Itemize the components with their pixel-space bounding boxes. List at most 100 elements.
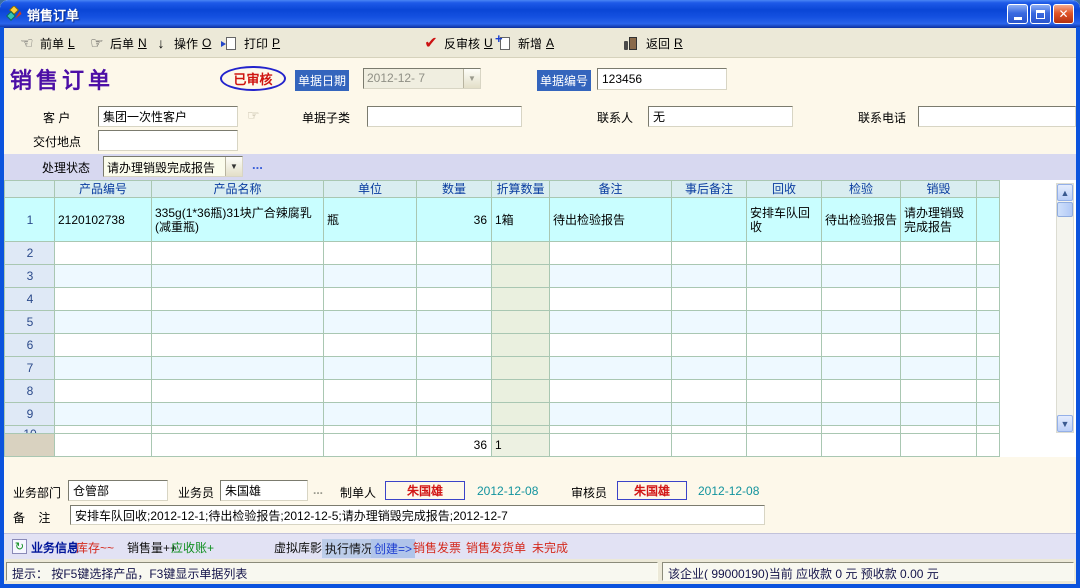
empty-cell[interactable] [901,288,977,311]
refresh-icon[interactable]: ↻ [12,539,27,554]
doc-number-input[interactable] [597,68,727,90]
add-new-button[interactable]: 新增A [496,32,554,54]
empty-cell[interactable] [550,242,672,265]
empty-cell[interactable] [492,311,550,334]
empty-cell[interactable] [55,403,152,426]
process-status-more-button[interactable]: ... [252,157,263,172]
sales-delivery-link[interactable]: 销售发货单 [466,539,526,556]
remark-input[interactable] [70,505,765,525]
salesman-more-button[interactable]: ... [313,483,323,497]
empty-cell[interactable] [901,403,977,426]
empty-cell[interactable] [901,242,977,265]
empty-cell[interactable] [55,357,152,380]
cell-converted_qty[interactable]: 1箱 [492,198,550,242]
next-record-button[interactable]: ☞ 后单N [88,32,147,54]
empty-cell[interactable] [152,311,324,334]
scroll-down-button[interactable]: ▼ [1057,415,1073,432]
empty-cell[interactable] [977,265,1000,288]
empty-cell[interactable] [822,380,901,403]
empty-cell[interactable] [901,380,977,403]
empty-cell[interactable] [672,426,747,434]
empty-cell[interactable] [55,334,152,357]
empty-cell[interactable] [977,380,1000,403]
empty-cell[interactable] [152,265,324,288]
empty-cell[interactable] [747,311,822,334]
empty-cell[interactable] [977,242,1000,265]
filler-cell[interactable] [977,198,1000,242]
empty-cell[interactable] [417,288,492,311]
empty-cell[interactable] [417,357,492,380]
empty-cell[interactable] [747,426,822,434]
cell-unit[interactable]: 瓶 [324,198,417,242]
unaudit-button[interactable]: ✔ 反审核U [422,32,493,54]
empty-cell[interactable] [417,403,492,426]
empty-cell[interactable] [901,426,977,434]
empty-cell[interactable] [324,380,417,403]
empty-cell[interactable] [901,265,977,288]
empty-cell[interactable] [55,426,152,434]
empty-cell[interactable] [747,288,822,311]
empty-cell[interactable] [672,334,747,357]
empty-cell[interactable] [324,311,417,334]
empty-cell[interactable] [550,357,672,380]
empty-cell[interactable] [901,334,977,357]
empty-cell[interactable] [492,357,550,380]
empty-cell[interactable] [492,426,550,434]
empty-cell[interactable] [55,265,152,288]
create-button[interactable]: 创建=> [371,539,415,558]
empty-cell[interactable] [55,242,152,265]
doc-date-dropdown-button[interactable]: ▼ [463,69,480,88]
empty-cell[interactable] [672,288,747,311]
empty-cell[interactable] [550,380,672,403]
process-status-combo[interactable]: 请办理销毁完成报告 ▼ [103,156,243,177]
empty-cell[interactable] [747,380,822,403]
subtype-input[interactable] [367,106,522,127]
empty-cell[interactable] [324,288,417,311]
empty-cell[interactable] [152,426,324,434]
empty-cell[interactable] [492,403,550,426]
empty-cell[interactable] [747,265,822,288]
empty-cell[interactable] [492,334,550,357]
empty-cell[interactable] [822,311,901,334]
empty-cell[interactable] [55,311,152,334]
empty-cell[interactable] [672,357,747,380]
empty-cell[interactable] [550,265,672,288]
prev-record-button[interactable]: ☜ 前单L [18,32,75,54]
empty-cell[interactable] [747,403,822,426]
empty-cell[interactable] [417,334,492,357]
sales-volume-link[interactable]: 销售量++ [127,539,177,556]
cell-product_name[interactable]: 335g(1*36瓶)31块广合辣腐乳(减重瓶) [152,198,324,242]
empty-cell[interactable] [822,357,901,380]
stock-link[interactable]: 库存~~ [76,539,114,556]
return-button[interactable]: 返回R [624,32,683,54]
empty-cell[interactable] [550,288,672,311]
empty-cell[interactable] [747,242,822,265]
empty-cell[interactable] [822,265,901,288]
empty-cell[interactable] [977,311,1000,334]
empty-cell[interactable] [672,403,747,426]
empty-cell[interactable] [822,403,901,426]
operate-button[interactable]: ↓ 操作O [152,32,211,54]
cell-post_remark[interactable] [672,198,747,242]
phone-input[interactable] [918,106,1076,127]
empty-cell[interactable] [550,311,672,334]
empty-cell[interactable] [977,288,1000,311]
empty-cell[interactable] [901,311,977,334]
empty-cell[interactable] [747,357,822,380]
scroll-up-button[interactable]: ▲ [1057,184,1073,201]
scroll-thumb[interactable] [1057,202,1073,217]
empty-cell[interactable] [152,334,324,357]
dept-input[interactable] [68,480,168,501]
empty-cell[interactable] [977,357,1000,380]
empty-cell[interactable] [152,288,324,311]
execution-status-button[interactable]: 执行情况 [322,539,376,558]
print-button[interactable]: 打印P [222,32,280,54]
empty-cell[interactable] [324,426,417,434]
empty-cell[interactable] [550,426,672,434]
empty-cell[interactable] [672,265,747,288]
empty-cell[interactable] [901,357,977,380]
sales-invoice-link[interactable]: 销售发票 [413,539,461,556]
empty-cell[interactable] [822,288,901,311]
maximize-button[interactable] [1030,4,1051,24]
empty-cell[interactable] [747,334,822,357]
